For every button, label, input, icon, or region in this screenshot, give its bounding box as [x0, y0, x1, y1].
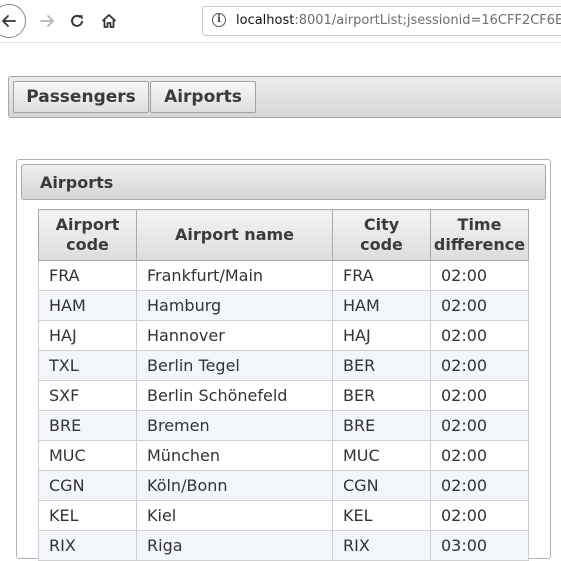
cell-city-code: KEL	[332, 500, 431, 531]
cell-airport-code: HAJ	[38, 320, 137, 351]
main-menubar: Passengers Airports	[8, 76, 561, 118]
cell-airport-name: Kiel	[136, 500, 333, 531]
cell-time-difference: 02:00	[430, 500, 529, 531]
column-header-airport-code[interactable]: Airport code	[38, 209, 137, 261]
column-header-time-difference[interactable]: Time difference	[430, 209, 529, 261]
cell-airport-name: Riga	[136, 530, 333, 561]
cell-time-difference: 02:00	[430, 290, 529, 321]
cell-city-code: BRE	[332, 410, 431, 441]
airports-panel: Airports Airport code Airport name City co…	[16, 159, 551, 561]
back-button[interactable]	[0, 4, 26, 38]
cell-airport-code: MUC	[38, 440, 137, 471]
cell-time-difference: 03:00	[430, 530, 529, 561]
cell-time-difference: 02:00	[430, 410, 529, 441]
cell-airport-name: Hannover	[136, 320, 333, 351]
table-row[interactable]: TXL Berlin Tegel BER 02:00	[38, 350, 529, 381]
airports-table: Airport code Airport name City code Time di…	[38, 209, 529, 561]
column-header-line: Airport	[55, 215, 120, 234]
table-header-row: Airport code Airport name City code Time di…	[38, 209, 529, 261]
column-header-line: Airport name	[174, 225, 295, 244]
cell-airport-name: Köln/Bonn	[136, 470, 333, 501]
column-header-line: Time	[457, 215, 502, 234]
cell-airport-code: RIX	[38, 530, 137, 561]
cell-airport-code: SXF	[38, 380, 137, 411]
table-row[interactable]: CGN Köln/Bonn CGN 02:00	[38, 470, 529, 501]
arrow-right-icon	[40, 15, 54, 27]
cell-airport-name: München	[136, 440, 333, 471]
home-icon	[101, 14, 117, 28]
table-row[interactable]: FRA Frankfurt/Main FRA 02:00	[38, 260, 529, 291]
cell-city-code: FRA	[332, 260, 431, 291]
cell-city-code: CGN	[332, 470, 431, 501]
cell-airport-name: Bremen	[136, 410, 333, 441]
arrow-left-icon	[2, 15, 16, 27]
table-row[interactable]: KEL Kiel KEL 02:00	[38, 500, 529, 531]
menu-item-airports[interactable]: Airports	[150, 81, 256, 113]
cell-time-difference: 02:00	[430, 350, 529, 381]
table-row[interactable]: RIX Riga RIX 03:00	[38, 530, 529, 561]
column-header-line: City	[363, 215, 400, 234]
column-header-city-code[interactable]: City code	[332, 209, 431, 261]
browser-toolbar: i localhost:8001/airportList;jsessionid=…	[0, 0, 561, 43]
cell-city-code: HAJ	[332, 320, 431, 351]
cell-time-difference: 02:00	[430, 440, 529, 471]
menu-item-passengers[interactable]: Passengers	[13, 81, 149, 113]
cell-time-difference: 02:00	[430, 320, 529, 351]
reload-button[interactable]	[60, 4, 94, 38]
cell-airport-name: Berlin Tegel	[136, 350, 333, 381]
cell-city-code: RIX	[332, 530, 431, 561]
cell-city-code: HAM	[332, 290, 431, 321]
address-bar[interactable]: i localhost:8001/airportList;jsessionid=…	[202, 6, 561, 36]
cell-city-code: BER	[332, 380, 431, 411]
url-host: localhost	[236, 13, 295, 28]
table-row[interactable]: BRE Bremen BRE 02:00	[38, 410, 529, 441]
cell-airport-code: FRA	[38, 260, 137, 291]
cell-airport-code: BRE	[38, 410, 137, 441]
cell-airport-name: Berlin Schönefeld	[136, 380, 333, 411]
table-row[interactable]: HAJ Hannover HAJ 02:00	[38, 320, 529, 351]
cell-airport-code: HAM	[38, 290, 137, 321]
url-text: localhost:8001/airportList;jsessionid=16…	[236, 13, 561, 28]
panel-header: Airports	[21, 164, 546, 200]
home-button[interactable]	[92, 4, 126, 38]
url-path: :8001/airportList;jsessionid=16CFF2CF6EC…	[294, 13, 561, 28]
reload-icon	[71, 14, 83, 27]
cell-airport-name: Hamburg	[136, 290, 333, 321]
panel-title: Airports	[40, 173, 114, 192]
cell-time-difference: 02:00	[430, 260, 529, 291]
column-header-line: code	[360, 235, 403, 254]
cell-airport-name: Frankfurt/Main	[136, 260, 333, 291]
cell-airport-code: TXL	[38, 350, 137, 381]
cell-city-code: MUC	[332, 440, 431, 471]
table-row[interactable]: MUC München MUC 02:00	[38, 440, 529, 471]
column-header-line: difference	[433, 235, 526, 254]
column-header-airport-name[interactable]: Airport name	[136, 209, 333, 261]
table-row[interactable]: HAM Hamburg HAM 02:00	[38, 290, 529, 321]
cell-airport-code: KEL	[38, 500, 137, 531]
column-header-line: code	[66, 235, 109, 254]
forward-button[interactable]	[30, 4, 64, 38]
info-icon[interactable]: i	[212, 13, 226, 27]
cell-airport-code: CGN	[38, 470, 137, 501]
cell-city-code: BER	[332, 350, 431, 381]
cell-time-difference: 02:00	[430, 470, 529, 501]
table-row[interactable]: SXF Berlin Schönefeld BER 02:00	[38, 380, 529, 411]
cell-time-difference: 02:00	[430, 380, 529, 411]
